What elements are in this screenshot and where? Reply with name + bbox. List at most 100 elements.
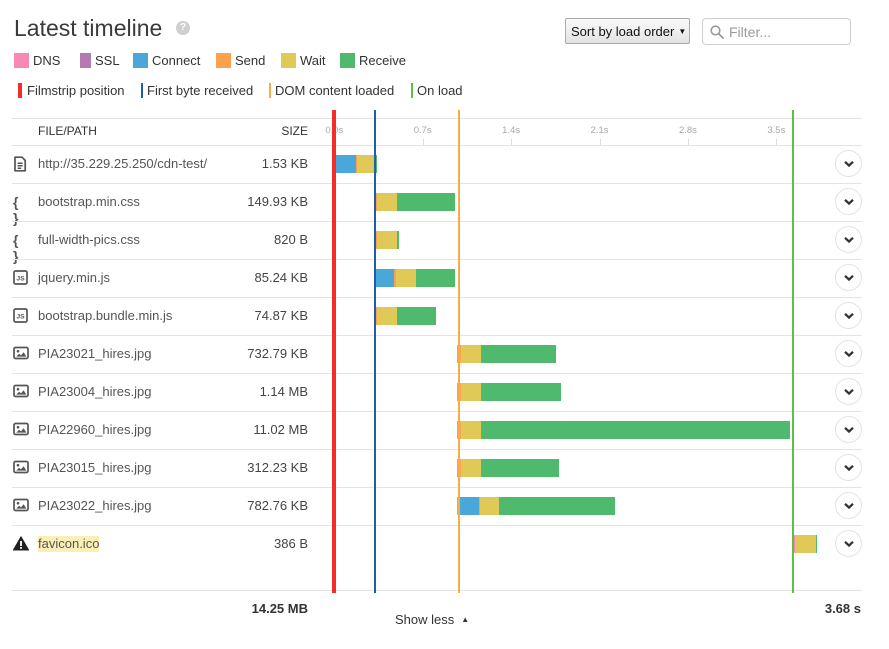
expand-row-button[interactable] (835, 492, 862, 519)
file-path-link[interactable]: PIA23015_hires.jpg (38, 449, 151, 487)
file-path-link[interactable]: favicon.ico (38, 536, 99, 552)
table-row[interactable]: JSjquery.min.js85.24 KB (0, 259, 889, 297)
receive-segment (481, 459, 559, 477)
image-icon (13, 498, 30, 514)
expand-row-button[interactable] (835, 226, 862, 253)
legend-label: Filmstrip position (27, 83, 125, 98)
connect-segment (460, 497, 479, 515)
wait-segment (377, 193, 397, 211)
expand-row-button[interactable] (835, 454, 862, 481)
file-path-link[interactable]: bootstrap.bundle.min.js (38, 297, 172, 335)
table-row[interactable]: PIA23015_hires.jpg312.23 KB (0, 449, 889, 487)
axis-tick-label: 0.7s (414, 125, 432, 136)
receive-segment (397, 231, 399, 249)
send-swatch (216, 53, 231, 68)
sort-dropdown-label: Sort by load order (571, 24, 674, 39)
receive-swatch (340, 53, 355, 68)
axis-tick-label: 1.4s (502, 125, 520, 136)
file-path-link[interactable]: jquery.min.js (38, 259, 110, 297)
file-size: 149.93 KB (247, 183, 308, 221)
legend-label: DOM content loaded (275, 83, 394, 98)
table-top-divider (12, 118, 862, 119)
table-row[interactable]: { }full-width-pics.css820 B (0, 221, 889, 259)
show-less-toggle[interactable]: Show less▲ (395, 612, 469, 627)
wait-swatch (281, 53, 296, 68)
table-row[interactable]: { }bootstrap.min.css149.93 KB (0, 183, 889, 221)
legend-label: Connect (152, 53, 200, 68)
total-size: 14.25 MB (252, 601, 308, 616)
warning-icon (13, 536, 30, 552)
file-size: 1.53 KB (262, 145, 308, 183)
table-row[interactable]: http://35.229.25.250/cdn-test/1.53 KB (0, 145, 889, 183)
table-row[interactable]: PIA23021_hires.jpg732.79 KB (0, 335, 889, 373)
receive-segment (481, 383, 561, 401)
file-path-link[interactable]: PIA23022_hires.jpg (38, 487, 151, 525)
css-braces-icon: { } (13, 232, 30, 248)
help-icon[interactable]: ? (176, 21, 190, 35)
wait-segment (461, 421, 481, 439)
js-icon: JS (13, 308, 30, 324)
file-size: 85.24 KB (255, 259, 309, 297)
axis-tick-label: 3.5s (767, 125, 785, 136)
image-icon (13, 384, 30, 400)
wait-segment (377, 307, 397, 325)
table-row[interactable]: JS bootstrap.bundle.min.js 74.87 KB (0, 297, 889, 335)
table-row[interactable]: PIA22960_hires.jpg 11.02 MB (0, 411, 889, 449)
wait-segment (461, 459, 481, 477)
file-size: 11.02 MB (253, 411, 308, 449)
sort-dropdown[interactable]: Sort by load order▼ (565, 18, 690, 44)
table-row[interactable]: favicon.ico386 B (0, 525, 889, 563)
chevron-down-icon (843, 350, 855, 358)
table-row[interactable]: PIA23004_hires.jpg 1.14 MB (0, 373, 889, 411)
chevron-down-icon (843, 198, 855, 206)
file-path-link[interactable]: http://35.229.25.250/cdn-test/ (38, 145, 207, 183)
expand-row-button[interactable] (835, 264, 862, 291)
chevron-down-icon (843, 160, 855, 168)
receive-segment (416, 269, 455, 287)
ssl-swatch (80, 53, 91, 68)
file-path-link[interactable]: PIA22960_hires.jpg (38, 411, 151, 449)
on-load-marker-swatch (411, 83, 413, 98)
wait-segment (795, 535, 816, 553)
wait-segment (396, 269, 416, 287)
chevron-down-icon (843, 274, 855, 282)
file-path-link[interactable]: PIA23021_hires.jpg (38, 335, 151, 373)
expand-row-button[interactable] (835, 302, 862, 329)
expand-row-button[interactable] (835, 150, 862, 177)
filter-input[interactable] (729, 21, 844, 42)
expand-row-button[interactable] (835, 416, 862, 443)
legend-label: Receive (359, 53, 406, 68)
chevron-down-icon (843, 540, 855, 548)
connect-segment (336, 155, 356, 173)
file-path-link[interactable]: PIA23004_hires.jpg (38, 373, 151, 411)
receive-segment (816, 535, 817, 553)
chevron-down-icon (843, 426, 855, 434)
file-path-link[interactable]: bootstrap.min.css (38, 183, 140, 221)
table-row[interactable]: PIA23022_hires.jpg782.76 KB (0, 487, 889, 525)
file-size: 1.14 MB (260, 373, 308, 411)
receive-segment (397, 193, 455, 211)
filter-field[interactable] (702, 18, 851, 45)
axis-tick-label: 0.0s (325, 125, 343, 136)
expand-row-button[interactable] (835, 530, 862, 557)
wait-segment (377, 231, 397, 249)
file-path-link[interactable]: full-width-pics.css (38, 221, 140, 259)
legend-label: Send (235, 53, 265, 68)
chevron-down-icon (843, 464, 855, 472)
chevron-down-icon (843, 236, 855, 244)
legend-label: First byte received (147, 83, 253, 98)
column-header-file[interactable]: FILE/PATH (38, 124, 97, 138)
dns-swatch (14, 53, 29, 68)
expand-row-button[interactable] (835, 378, 862, 405)
file-size: 74.87 KB (255, 297, 309, 335)
column-header-size[interactable]: SIZE (281, 124, 308, 138)
legend-label: On load (417, 83, 463, 98)
wait-segment (480, 497, 499, 515)
receive-segment (481, 421, 790, 439)
chevron-down-icon (843, 502, 855, 510)
first-byte-marker-swatch (141, 83, 143, 98)
expand-row-button[interactable] (835, 340, 862, 367)
expand-row-button[interactable] (835, 188, 862, 215)
connect-segment (375, 269, 394, 287)
wait-segment (461, 383, 481, 401)
